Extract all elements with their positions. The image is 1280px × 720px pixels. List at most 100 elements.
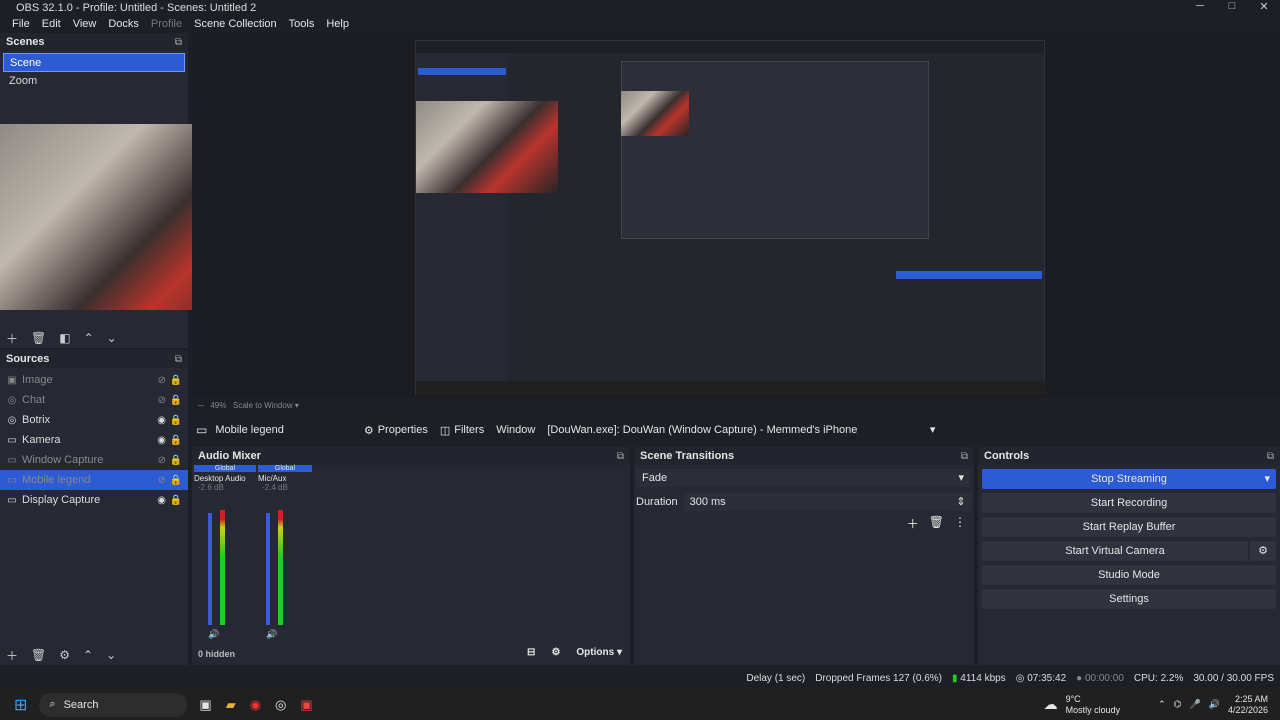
layout-icon[interactable]: ⊟ — [527, 647, 535, 658]
window-icon: ▭ — [7, 454, 17, 466]
eye-icon[interactable]: ◉ — [157, 435, 166, 446]
bitrate-value: 4114 kbps — [960, 672, 1006, 684]
speaker-icon[interactable]: 🔊 — [266, 629, 277, 640]
window-select[interactable]: [DouWan.exe]: DouWan (Window Capture) - … — [541, 421, 941, 439]
lock-icon[interactable]: 🔒 — [170, 455, 182, 466]
file-explorer-icon[interactable]: ▰ — [226, 697, 236, 713]
task-view-icon[interactable]: ▣ — [199, 697, 211, 713]
source-item-kamera[interactable]: ▭ Kamera ◉ 🔒 — [0, 430, 188, 450]
speaker-icon[interactable]: 🔊 — [208, 629, 219, 640]
properties-button[interactable]: ⚙ Properties — [364, 424, 428, 437]
eye-icon[interactable]: ◉ — [157, 495, 166, 506]
virtual-camera-settings-icon[interactable]: ⚙ — [1250, 541, 1276, 561]
rec-time-value: 00:00:00 — [1084, 672, 1124, 684]
menu-view[interactable]: View — [67, 18, 103, 30]
eye-hidden-icon[interactable]: ⊘ — [158, 375, 166, 386]
scene-item-scene[interactable]: Scene — [3, 53, 185, 72]
advanced-audio-icon[interactable]: ⚙ — [551, 647, 560, 658]
source-label: Display Capture — [22, 494, 101, 506]
scene-filters-icon[interactable]: ◧ — [59, 331, 70, 345]
undock-icon[interactable]: ⧉ — [617, 451, 624, 462]
mixer-channel-desktop: Global Desktop Audio -2.6 dB 🔊 — [194, 465, 256, 639]
eye-icon[interactable]: ◉ — [157, 415, 166, 426]
options-button[interactable]: Options ▾ — [576, 647, 622, 658]
channel-name[interactable]: Mic/Aux — [258, 474, 312, 483]
menu-file[interactable]: File — [6, 18, 36, 30]
weather[interactable]: 9°C Mostly cloudy — [1066, 694, 1121, 716]
lock-icon[interactable]: 🔒 — [170, 435, 182, 446]
menu-docks[interactable]: Docks — [102, 18, 145, 30]
taskbar-search[interactable]: ⌕ Search — [39, 692, 188, 717]
undock-icon[interactable]: ⧉ — [961, 451, 968, 462]
move-up-icon[interactable]: ⌃ — [84, 331, 94, 345]
remove-transition-icon[interactable]: 🗑 — [929, 515, 944, 532]
move-down-icon[interactable]: ⌄ — [107, 331, 117, 345]
lock-icon[interactable]: 🔒 — [170, 375, 182, 386]
scene-item-zoom[interactable]: Zoom — [3, 72, 185, 91]
studio-mode-button[interactable]: Studio Mode — [982, 565, 1276, 585]
channel-db: -2.6 dB — [198, 483, 224, 492]
more-icon[interactable]: ⋮ — [954, 515, 966, 532]
channel-name[interactable]: Desktop Audio — [194, 474, 256, 483]
source-item-mobile-legend[interactable]: ▭ Mobile legend ⊘ 🔒 — [0, 470, 188, 490]
network-icon[interactable]: ⌬ — [1174, 699, 1182, 710]
obs-icon[interactable]: ◎ — [275, 697, 286, 713]
chrome-icon[interactable]: ◉ — [250, 697, 261, 713]
chevron-up-icon[interactable]: ⌃ — [1158, 699, 1166, 710]
cpu-usage: CPU: 2.2% — [1133, 672, 1184, 684]
lock-icon[interactable]: 🔒 — [170, 475, 182, 486]
eye-hidden-icon[interactable]: ⊘ — [158, 455, 166, 466]
volume-icon[interactable]: 🔊 — [1209, 699, 1220, 710]
eye-hidden-icon[interactable]: ⊘ — [158, 395, 166, 406]
mic-icon[interactable]: 🎤 — [1190, 699, 1201, 710]
menu-tools[interactable]: Tools — [283, 18, 321, 30]
undock-icon[interactable]: ⧉ — [1267, 451, 1274, 462]
undock-icon[interactable]: ⧉ — [175, 354, 182, 365]
filters-button[interactable]: ◫ Filters — [440, 424, 484, 437]
add-scene-icon[interactable]: ＋ — [6, 330, 18, 347]
menu-profile[interactable]: Profile — [145, 18, 188, 30]
close-button[interactable]: ✕ — [1248, 0, 1280, 13]
source-item-window-capture[interactable]: ▭ Window Capture ⊘ 🔒 — [0, 450, 188, 470]
source-item-image[interactable]: ▣ Image ⊘ 🔒 — [0, 370, 188, 390]
undock-icon[interactable]: ⧉ — [175, 37, 182, 48]
lock-icon[interactable]: 🔒 — [170, 415, 182, 426]
mixer-channel-mic: Global Mic/Aux -2.4 dB 🔊 — [258, 465, 312, 639]
source-settings-icon[interactable]: ⚙ — [59, 648, 70, 662]
menu-help[interactable]: Help — [320, 18, 355, 30]
volume-slider[interactable] — [208, 513, 212, 625]
maximize-button[interactable]: □ — [1216, 0, 1248, 13]
lock-icon[interactable]: 🔒 — [170, 495, 182, 506]
menu-scene-collection[interactable]: Scene Collection — [188, 18, 283, 30]
settings-button[interactable]: Settings — [982, 589, 1276, 609]
menu-edit[interactable]: Edit — [36, 18, 67, 30]
volume-slider[interactable] — [266, 513, 270, 625]
app-icon[interactable]: ▣ — [300, 697, 312, 713]
duration-field[interactable]: 300 ms ⇕ — [683, 493, 972, 511]
move-down-icon[interactable]: ⌄ — [106, 648, 116, 662]
start-replay-buffer-button[interactable]: Start Replay Buffer — [982, 517, 1276, 537]
remove-source-icon[interactable]: 🗑 — [31, 648, 46, 662]
remove-scene-icon[interactable]: 🗑 — [31, 331, 46, 345]
transition-select[interactable]: Fade ▾ — [636, 469, 970, 487]
minimize-button[interactable]: ─ — [1184, 0, 1216, 13]
windows-start-icon[interactable]: ⊞ — [14, 695, 27, 715]
eye-hidden-icon[interactable]: ⊘ — [158, 475, 166, 486]
start-virtual-camera-button[interactable]: Start Virtual Camera — [982, 541, 1248, 561]
lock-icon[interactable]: 🔒 — [170, 395, 182, 406]
chevron-down-icon[interactable]: ▾ — [1264, 469, 1270, 489]
source-item-botrix[interactable]: ◎ Botrix ◉ 🔒 — [0, 410, 188, 430]
stream-icon: ◎ — [1015, 672, 1025, 684]
transitions-header: Scene Transitions — [640, 450, 735, 462]
clock[interactable]: 2:25 AM 4/22/2026 — [1228, 694, 1268, 716]
add-source-icon[interactable]: ＋ — [6, 647, 18, 664]
move-up-icon[interactable]: ⌃ — [83, 648, 93, 662]
source-item-display-capture[interactable]: ▭ Display Capture ◉ 🔒 — [0, 490, 188, 510]
start-recording-button[interactable]: Start Recording — [982, 493, 1276, 513]
delay-status: Delay (1 sec) — [746, 672, 806, 684]
audio-mixer-dock: Audio Mixer ⧉ Global Desktop Audio -2.6 d… — [192, 447, 630, 665]
source-item-chat[interactable]: ◎ Chat ⊘ 🔒 — [0, 390, 188, 410]
clock-time: 2:25 AM — [1234, 693, 1268, 704]
add-transition-icon[interactable]: ＋ — [907, 515, 919, 532]
stop-streaming-button[interactable]: Stop Streaming ▾ — [982, 469, 1276, 489]
